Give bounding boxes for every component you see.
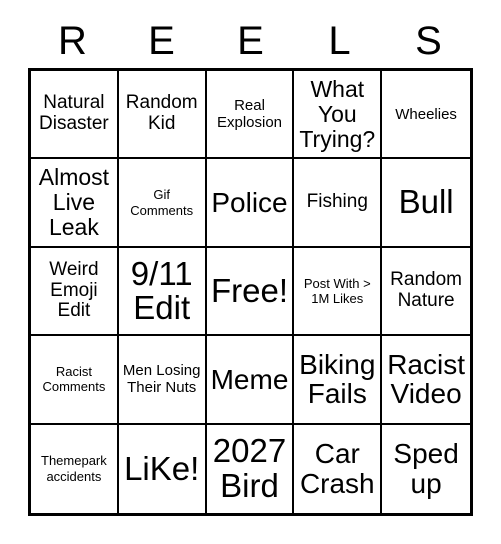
bingo-cell-label: Random Nature [390, 269, 462, 311]
bingo-cell-r5c3[interactable]: 2027 Bird [206, 424, 295, 513]
header-letter-5: S [415, 19, 442, 63]
bingo-cell-label: Police [211, 186, 288, 218]
bingo-cell-r1c2[interactable]: Random Kid [118, 71, 207, 160]
bingo-cell-label: Post With > 1M Likes [303, 275, 371, 306]
bingo-cell-r5c5[interactable]: Sped up [382, 424, 470, 513]
bingo-cell-label: Men Losing Their Nuts [122, 362, 201, 397]
bingo-card: R E E L S Natural Disaster Random Kid Real… [0, 0, 501, 544]
bingo-cell-r1c4[interactable]: What You Trying? [294, 71, 383, 160]
bingo-cell-r5c2[interactable]: LiKe! [118, 424, 207, 513]
bingo-cell-r4c2[interactable]: Men Losing Their Nuts [118, 336, 207, 425]
bingo-cell-r3c1[interactable]: Weird Emoji Edit [31, 247, 119, 337]
bingo-cell-r5c4[interactable]: Car Crash [294, 424, 383, 513]
bingo-cell-label: Racist Comments [42, 364, 106, 395]
bingo-cell-label: Weird Emoji Edit [49, 258, 99, 322]
bingo-cell-label: Wheelies [395, 105, 457, 123]
bingo-cell-label: Meme [210, 363, 289, 395]
bingo-cell-label: Natural Disaster [39, 92, 109, 135]
bingo-cell-r2c1[interactable]: Almost Live Leak [31, 159, 119, 248]
bingo-cell-r3c4[interactable]: Post With > 1M Likes [294, 247, 383, 337]
bingo-cell-label: Gif Comments [130, 187, 194, 218]
bingo-cell-r3c5[interactable]: Random Nature [382, 247, 470, 337]
bingo-cell-r1c5[interactable]: Wheelies [382, 71, 470, 160]
bingo-cell-r3c3[interactable]: Free! [206, 247, 295, 337]
bingo-cell-label: LiKe! [124, 449, 200, 487]
bingo-cell-r5c1[interactable]: Themepark accidents [31, 424, 119, 513]
bingo-cell-label: What You Trying? [299, 75, 376, 152]
bingo-cell-r2c4[interactable]: Fishing [294, 159, 383, 248]
bingo-cell-label: Sped up [393, 438, 459, 499]
bingo-cell-r4c4[interactable]: Biking Fails [294, 336, 383, 425]
bingo-cell-label: Real Explosion [216, 97, 283, 132]
bingo-cell-r4c1[interactable]: Racist Comments [31, 336, 119, 425]
bingo-cell-r1c1[interactable]: Natural Disaster [31, 71, 119, 160]
bingo-cell-label: Themepark accidents [41, 453, 107, 484]
bingo-cell-label: Racist Video [387, 348, 465, 410]
bingo-cell-r2c2[interactable]: Gif Comments [118, 159, 207, 248]
bingo-cell-label: 9/11 Edit [130, 254, 193, 326]
bingo-cell-label: Fishing [306, 191, 368, 213]
bingo-cell-label: Free! [210, 271, 288, 309]
bingo-cell-label: 2027 Bird [212, 432, 287, 504]
bingo-grid: Natural Disaster Random Kid Real Explosion… [28, 68, 473, 516]
bingo-cell-r4c5[interactable]: Racist Video [382, 336, 470, 425]
header-letter-1: R [58, 19, 87, 63]
header-letter-3: E [237, 19, 264, 63]
bingo-cell-r1c3[interactable]: Real Explosion [206, 71, 295, 160]
bingo-cell-label: Car Crash [299, 438, 375, 499]
header-letter-2: E [148, 19, 175, 63]
bingo-cell-label: Bull [398, 183, 454, 221]
bingo-cell-label: Biking Fails [299, 348, 376, 410]
bingo-header-letters: R E E L S [28, 16, 473, 66]
bingo-cell-r2c5[interactable]: Bull [382, 159, 470, 248]
bingo-cell-r2c3[interactable]: Police [206, 159, 295, 248]
bingo-cell-label: Almost Live Leak [38, 164, 110, 240]
header-letter-4: L [328, 19, 351, 63]
bingo-cell-r4c3[interactable]: Meme [206, 336, 295, 425]
bingo-cell-label: Random Kid [125, 92, 198, 135]
bingo-cell-r3c2[interactable]: 9/11 Edit [118, 247, 207, 337]
